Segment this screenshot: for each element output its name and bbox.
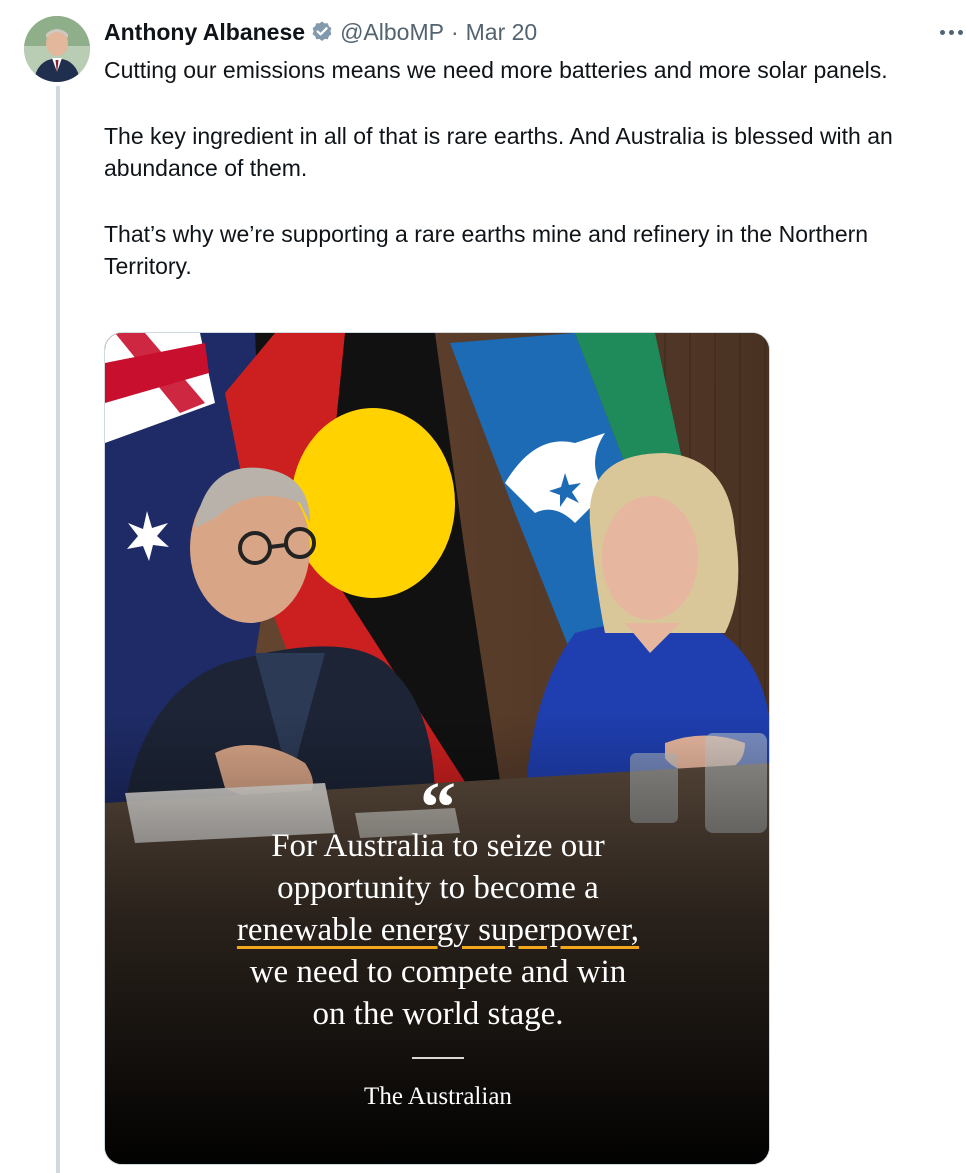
tweet-image[interactable]: “ For Australia to seize our opportunity… [104,332,770,1165]
thread-line [56,86,60,1173]
tweet-paragraph: The key ingredient in all of that is rar… [104,122,893,182]
tweet-text: Cutting our emissions means we need more… [104,54,944,283]
display-name[interactable]: Anthony Albanese [104,19,305,46]
handle[interactable]: @AlboMP [340,19,444,46]
tweet-paragraph: That’s why we’re supporting a rare earth… [104,220,869,280]
photo-scene [105,333,769,1164]
tweet-date[interactable]: Mar 20 [466,19,538,46]
more-horizontal-icon[interactable] [936,22,966,42]
quote-line: For Australia to seize our [271,828,605,864]
tweet[interactable]: Anthony Albanese @AlboMP · Mar 20 Cuttin… [0,0,966,1173]
quote-source: The Australian [364,1083,512,1110]
quote-line-highlighted: renewable energy superpower, [236,912,640,948]
quote-divider [412,1057,464,1059]
quote-text: For Australia to seize our opportunity t… [145,825,731,1035]
verified-badge-icon[interactable] [310,20,334,44]
quote-line: we need to compete and win [249,954,627,990]
tweet-paragraph: Cutting our emissions means we need more… [104,57,888,83]
tweet-content: Anthony Albanese @AlboMP · Mar 20 Cuttin… [104,14,963,283]
avatar[interactable] [24,16,90,82]
avatar-column [24,16,90,82]
quote-line: on the world stage. [312,996,564,1032]
quote-line: opportunity to become a [277,870,599,906]
separator-dot: · [450,18,459,45]
tweet-header: Anthony Albanese @AlboMP · Mar 20 [104,14,944,50]
